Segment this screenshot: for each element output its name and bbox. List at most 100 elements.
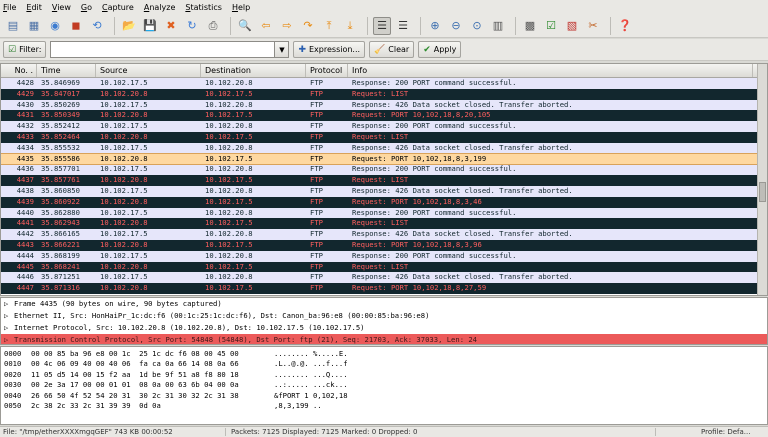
coloring-rules-icon[interactable]: ▧ [563,17,581,35]
start-capture-icon[interactable]: ◉ [46,17,64,35]
packet-cell-proto: FTP [310,121,323,131]
filter-input[interactable] [50,41,276,58]
hex-hex[interactable]: 00 2e 3a 17 00 00 01 01 08 0a 00 63 6b 0… [31,380,274,390]
display-filters-icon[interactable]: ☑ [542,17,560,35]
hex-hex[interactable]: 00 4c 06 09 40 00 40 06 fa ca 0a 66 14 0… [31,359,274,369]
packet-row[interactable]: 4447 35.871316 10.102.20.8 10.102.17.5 FTP Re… [1,283,767,294]
packet-row[interactable]: 4430 35.850269 10.102.17.5 10.102.20.8 FTP Re… [1,99,767,111]
menu-item[interactable]: Help [232,3,250,12]
menu-item[interactable]: Statistics [185,3,222,12]
menu-item[interactable]: Go [81,3,92,12]
go-to-packet-icon[interactable]: ↷ [299,17,317,35]
packet-row[interactable]: 4440 35.862880 10.102.17.5 10.102.20.8 FTP Re… [1,207,767,219]
go-back-icon[interactable]: ⇦ [257,17,275,35]
zoom-normal-icon[interactable]: ⊙ [468,17,486,35]
packet-row[interactable]: 4435 35.855586 10.102.20.8 10.102.17.5 FTP Re… [1,152,767,166]
go-forward-icon[interactable]: ⇨ [278,17,296,35]
hex-ascii[interactable]: ,8,3,199 .. [274,401,394,411]
zoom-out-icon[interactable]: ⊖ [447,17,465,35]
interfaces-icon[interactable]: ▤ [4,17,22,35]
packet-row[interactable]: 4445 35.868241 10.102.20.8 10.102.17.5 FTP Re… [1,261,767,273]
hex-ascii[interactable]: .L..@.@. ...f...f [274,359,394,369]
hex-off[interactable]: 0030 [1,380,31,390]
column-header-source[interactable]: Source [96,64,201,77]
menu-item[interactable]: File [3,3,16,12]
filter-dropdown-button[interactable]: ▼ [275,41,290,58]
packet-row[interactable]: 4434 35.855532 10.102.17.5 10.102.20.8 FTP Re… [1,142,767,154]
save-file-icon[interactable]: 💾 [141,17,159,35]
packet-row[interactable]: 4433 35.852464 10.102.20.8 10.102.17.5 FTP Re… [1,131,767,143]
open-file-icon[interactable]: 📂 [120,17,138,35]
packet-row[interactable]: 4443 35.866221 10.102.20.8 10.102.17.5 FTP Re… [1,239,767,251]
filter-button[interactable]: ☑ Filter: [3,41,47,58]
hex-hex[interactable]: 11 05 d5 14 00 15 f2 aa 1d be 9f 51 a8 f… [31,370,274,380]
detail-tree-item[interactable]: ▷ Frame 4435 (90 bytes on wire, 90 bytes … [1,298,767,310]
hex-off[interactable]: 0050 [1,401,31,411]
hex-off[interactable]: 0020 [1,370,31,380]
detail-tree-item[interactable]: ▷ Internet Protocol, Src: 10.102.20.8 (10… [1,322,767,334]
preferences-icon[interactable]: ✂ [584,17,602,35]
hex-off[interactable]: 0010 [1,359,31,369]
packet-cell-proto: FTP [310,164,323,174]
column-header-protocol[interactable]: Protocol [306,64,348,77]
auto-scroll-icon[interactable]: ☰ [394,17,412,35]
help-icon[interactable]: ❓ [616,17,634,35]
hex-ascii[interactable]: &fPORT 1 0,102,18 [274,391,394,401]
expand-triangle-icon[interactable]: ▷ [4,310,14,322]
hex-hex[interactable]: 2c 38 2c 33 2c 31 39 39 0d 0a [31,401,274,411]
packet-row[interactable]: 4442 35.866165 10.102.17.5 10.102.20.8 FTP Re… [1,229,767,240]
zoom-in-icon[interactable]: ⊕ [426,17,444,35]
packet-row[interactable]: 4429 35.847017 10.102.20.8 10.102.17.5 FTP Re… [1,88,767,100]
packet-row[interactable]: 4444 35.868199 10.102.17.5 10.102.20.8 FTP Re… [1,250,767,262]
colorize-icon[interactable]: ☰ [373,16,391,35]
packet-cell-proto: FTP [310,131,323,141]
status-profile[interactable]: Profile: Defa... [655,428,750,436]
clear-button[interactable]: 🧹 Clear [369,41,415,58]
menu-item[interactable]: Capture [102,3,134,12]
menu-item[interactable]: Analyze [144,3,176,12]
expand-triangle-icon[interactable]: ▷ [4,334,14,344]
hex-hex[interactable]: 00 00 85 ba 96 e8 00 1c 25 1c dc f6 08 0… [31,349,274,359]
menu-item-label: o [87,2,92,12]
detail-tree-item[interactable]: ▷ Transmission Control Protocol, Src Port… [1,334,767,344]
packet-row[interactable]: 4441 35.862943 10.102.20.8 10.102.17.5 FTP Re… [1,218,767,230]
menu-item[interactable]: View [52,3,71,12]
hex-ascii[interactable]: ........ ...Q.... [274,370,394,380]
expression-button[interactable]: ✚ Expression... [293,41,366,58]
close-file-icon[interactable]: ✖ [162,17,180,35]
print-icon[interactable]: ⎙ [204,17,222,35]
packet-row[interactable]: 4438 35.860850 10.102.17.5 10.102.20.8 FTP Re… [1,185,767,197]
capture-filters-icon[interactable]: ▩ [521,17,539,35]
apply-button[interactable]: ✔ Apply [418,41,462,58]
go-last-packet-icon[interactable]: ⤓ [341,17,359,35]
column-header-time[interactable]: Time [37,64,96,77]
column-header-no[interactable]: No. . [1,64,37,77]
capture-options-icon[interactable]: ▦ [25,17,43,35]
hex-ascii[interactable]: ..:..... ...ck... [274,380,394,390]
packet-row[interactable]: 4431 35.850349 10.102.20.8 10.102.17.5 FTP Re… [1,110,767,122]
find-packet-icon[interactable]: 🔍 [236,17,254,35]
hex-off[interactable]: 0000 [1,349,31,359]
restart-capture-icon[interactable]: ⟲ [88,17,106,35]
reload-icon[interactable]: ↻ [183,17,201,35]
menu-item[interactable]: Edit [26,3,42,12]
packet-row[interactable]: 4436 35.857701 10.102.17.5 10.102.20.8 FTP Re… [1,164,767,176]
packet-row[interactable]: 4428 35.846969 10.102.17.5 10.102.20.8 FTP Re… [1,78,767,89]
hex-hex[interactable]: 26 66 50 4f 52 54 20 31 30 2c 31 30 32 2… [31,391,274,401]
packet-row[interactable]: 4432 35.852412 10.102.17.5 10.102.20.8 FTP Re… [1,121,767,132]
column-header-destination[interactable]: Destination [201,64,306,77]
hex-ascii[interactable]: ........ %.....E. [274,349,394,359]
packet-row[interactable]: 4439 35.860922 10.102.20.8 10.102.17.5 FTP Re… [1,196,767,208]
scrollbar-thumb[interactable] [759,182,766,202]
packet-row[interactable]: 4446 35.871251 10.102.17.5 10.102.20.8 FTP Re… [1,272,767,284]
stop-capture-icon[interactable]: ◼ [67,17,85,35]
go-first-packet-icon[interactable]: ⤒ [320,17,338,35]
expand-triangle-icon[interactable]: ▷ [4,298,14,310]
packet-list-scrollbar[interactable] [757,64,767,295]
expand-triangle-icon[interactable]: ▷ [4,322,14,334]
hex-off[interactable]: 0040 [1,391,31,401]
packet-row[interactable]: 4437 35.857761 10.102.20.8 10.102.17.5 FTP Re… [1,175,767,186]
resize-columns-icon[interactable]: ▥ [489,17,507,35]
detail-tree-item[interactable]: ▷ Ethernet II, Src: HonHaiPr_1c:dc:f6 (00… [1,310,767,322]
column-header-info[interactable]: Info [348,64,753,77]
